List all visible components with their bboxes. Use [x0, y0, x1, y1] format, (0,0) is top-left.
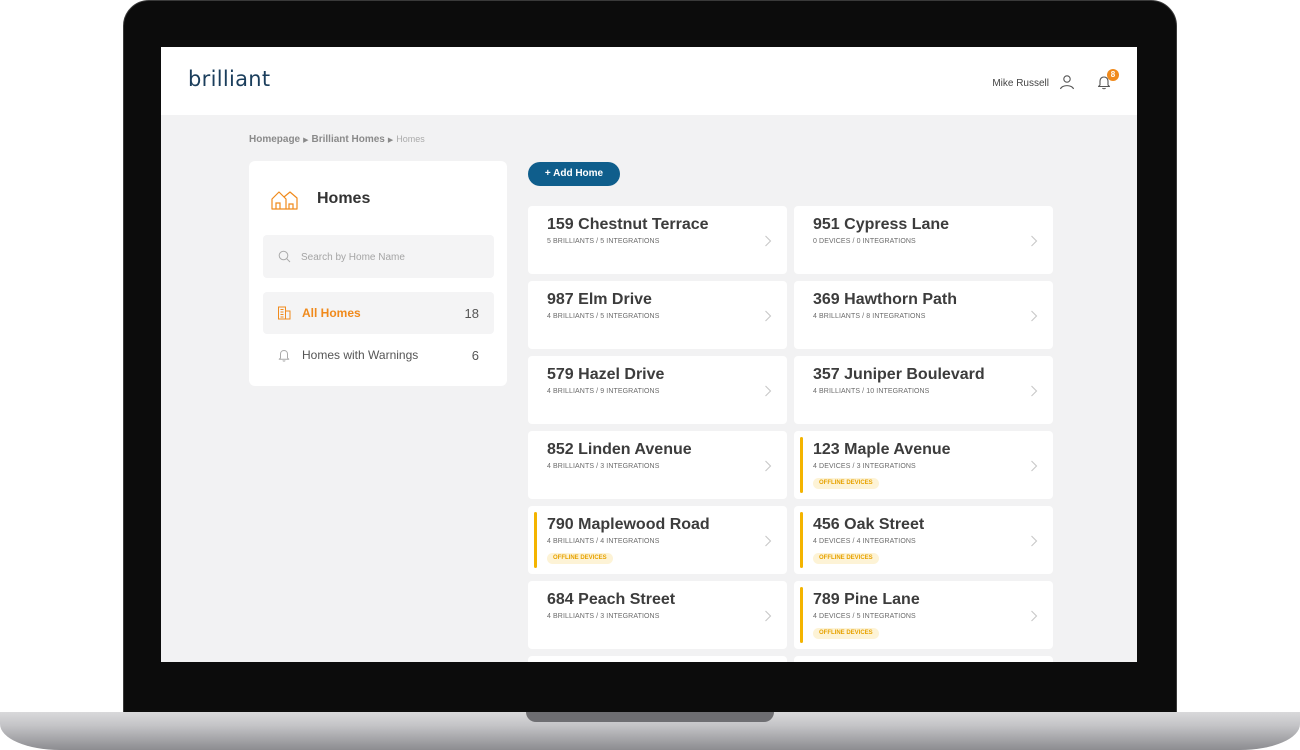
warning-indicator [534, 512, 537, 568]
home-card[interactable]: 579 Hazel Drive 4 BRILLIANTS / 9 INTEGRAT… [528, 356, 787, 424]
sidebar-item-label: Homes with Warnings [302, 348, 419, 362]
search-input[interactable] [301, 247, 481, 267]
chevron-right-icon [764, 384, 772, 397]
home-device-summary: 4 BRILLIANTS / 8 INTEGRATIONS [813, 313, 926, 320]
sidebar-item-homes-with-warnings[interactable]: Homes with Warnings 6 [263, 334, 494, 376]
home-device-summary: 4 BRILLIANTS / 10 INTEGRATIONS [813, 388, 930, 395]
chevron-right-icon [1030, 309, 1038, 322]
brand-logo[interactable]: brilliant [188, 67, 270, 91]
home-card[interactable]: 123 Maple Avenue 4 DEVICES / 3 INTEGRATIO… [794, 431, 1053, 499]
chevron-right-icon [764, 459, 772, 472]
homes-icon [271, 191, 298, 210]
offline-devices-badge: OFFLINE DEVICES [813, 478, 879, 489]
breadcrumb-separator-icon: ▶ [303, 137, 309, 144]
home-device-summary: 4 DEVICES / 5 INTEGRATIONS [813, 613, 916, 620]
breadcrumb-brilliant-homes[interactable]: Brilliant Homes [312, 134, 385, 145]
breadcrumb-separator-icon: ▶ [387, 137, 394, 144]
home-name: 123 Maple Avenue [813, 441, 951, 458]
offline-devices-badge: OFFLINE DEVICES [813, 553, 879, 564]
chevron-right-icon [764, 234, 772, 247]
homes-sidebar: Homes All Homes 18 [249, 161, 507, 386]
breadcrumb-homepage[interactable]: Homepage [249, 134, 300, 145]
home-name: 159 Chestnut Terrace [547, 216, 709, 233]
chevron-right-icon [1030, 609, 1038, 622]
chevron-right-icon [1030, 234, 1038, 247]
chevron-right-icon [764, 534, 772, 547]
search-box[interactable] [263, 235, 494, 278]
home-card[interactable]: 369 Hawthorn Path 4 BRILLIANTS / 8 INTEGR… [794, 281, 1053, 349]
laptop-notch [526, 712, 774, 722]
home-card[interactable]: 456 Oak Street 4 DEVICES / 4 INTEGRATIONS… [794, 506, 1053, 574]
home-card[interactable]: 790 Maplewood Road 4 BRILLIANTS / 4 INTEG… [528, 506, 787, 574]
building-icon [278, 306, 291, 320]
home-card[interactable]: 684 Peach Street 4 BRILLIANTS / 3 INTEGRA… [528, 581, 787, 649]
home-device-summary: 4 DEVICES / 4 INTEGRATIONS [813, 538, 916, 545]
home-name: 369 Hawthorn Path [813, 291, 958, 308]
breadcrumb: Homepage ▶ Brilliant Homes ▶ Homes [249, 134, 425, 145]
home-card[interactable]: 789 Pine Lane 4 DEVICES / 5 INTEGRATIONS O… [794, 581, 1053, 649]
home-name: 456 Oak Street [813, 516, 925, 533]
notification-badge: 8 [1107, 69, 1119, 81]
home-card[interactable]: 951 Cypress Lane 0 DEVICES / 0 INTEGRATIO… [794, 206, 1053, 274]
home-card[interactable]: 852 Linden Avenue 4 BRILLIANTS / 3 INTEGR… [528, 431, 787, 499]
home-name: 951 Cypress Lane [813, 216, 950, 233]
home-device-summary: 4 BRILLIANTS / 3 INTEGRATIONS [547, 613, 660, 620]
sidebar-item-count: 18 [464, 306, 479, 321]
chevron-right-icon [1030, 459, 1038, 472]
sidebar-item-label: All Homes [302, 306, 361, 320]
home-name: 684 Peach Street [547, 591, 676, 608]
home-name: 789 Pine Lane [813, 591, 920, 608]
sidebar-item-count: 6 [471, 348, 479, 363]
home-name: 987 Elm Drive [547, 291, 652, 308]
home-card[interactable] [794, 656, 1053, 662]
sidebar-title: Homes [317, 190, 371, 207]
home-card[interactable]: 987 Elm Drive 4 BRILLIANTS / 5 INTEGRATIO… [528, 281, 787, 349]
home-device-summary: 4 BRILLIANTS / 9 INTEGRATIONS [547, 388, 660, 395]
home-device-summary: 4 BRILLIANTS / 4 INTEGRATIONS [547, 538, 660, 545]
user-icon[interactable] [1059, 74, 1075, 90]
add-home-button[interactable]: + Add Home [528, 162, 620, 186]
home-name: 790 Maplewood Road [547, 516, 710, 533]
home-card[interactable]: 159 Chestnut Terrace 5 BRILLIANTS / 5 INT… [528, 206, 787, 274]
chevron-right-icon [1030, 384, 1038, 397]
home-device-summary: 0 DEVICES / 0 INTEGRATIONS [813, 238, 916, 245]
home-name: 852 Linden Avenue [547, 441, 692, 458]
chevron-right-icon [764, 609, 772, 622]
top-bar: brilliant Mike Russell 8 [161, 47, 1137, 115]
warning-indicator [800, 587, 803, 643]
offline-devices-badge: OFFLINE DEVICES [813, 628, 879, 639]
home-name: 579 Hazel Drive [547, 366, 665, 383]
home-device-summary: 5 BRILLIANTS / 5 INTEGRATIONS [547, 238, 660, 245]
breadcrumb-current: Homes [396, 134, 425, 144]
chevron-right-icon [1030, 534, 1038, 547]
app-screen: brilliant Mike Russell 8 Homepage ▶ Brilli… [161, 47, 1137, 662]
warning-indicator [800, 437, 803, 493]
search-icon [278, 250, 291, 263]
bell-icon [278, 350, 290, 362]
warning-indicator [800, 512, 803, 568]
home-card[interactable]: 357 Juniper Boulevard 4 BRILLIANTS / 10 I… [794, 356, 1053, 424]
home-card[interactable] [528, 656, 787, 662]
home-device-summary: 4 BRILLIANTS / 5 INTEGRATIONS [547, 313, 660, 320]
sidebar-item-all-homes[interactable]: All Homes 18 [263, 292, 494, 334]
chevron-right-icon [764, 309, 772, 322]
offline-devices-badge: OFFLINE DEVICES [547, 553, 613, 564]
home-device-summary: 4 DEVICES / 3 INTEGRATIONS [813, 463, 916, 470]
user-name[interactable]: Mike Russell [992, 78, 1049, 89]
home-device-summary: 4 BRILLIANTS / 3 INTEGRATIONS [547, 463, 660, 470]
home-name: 357 Juniper Boulevard [813, 366, 985, 383]
